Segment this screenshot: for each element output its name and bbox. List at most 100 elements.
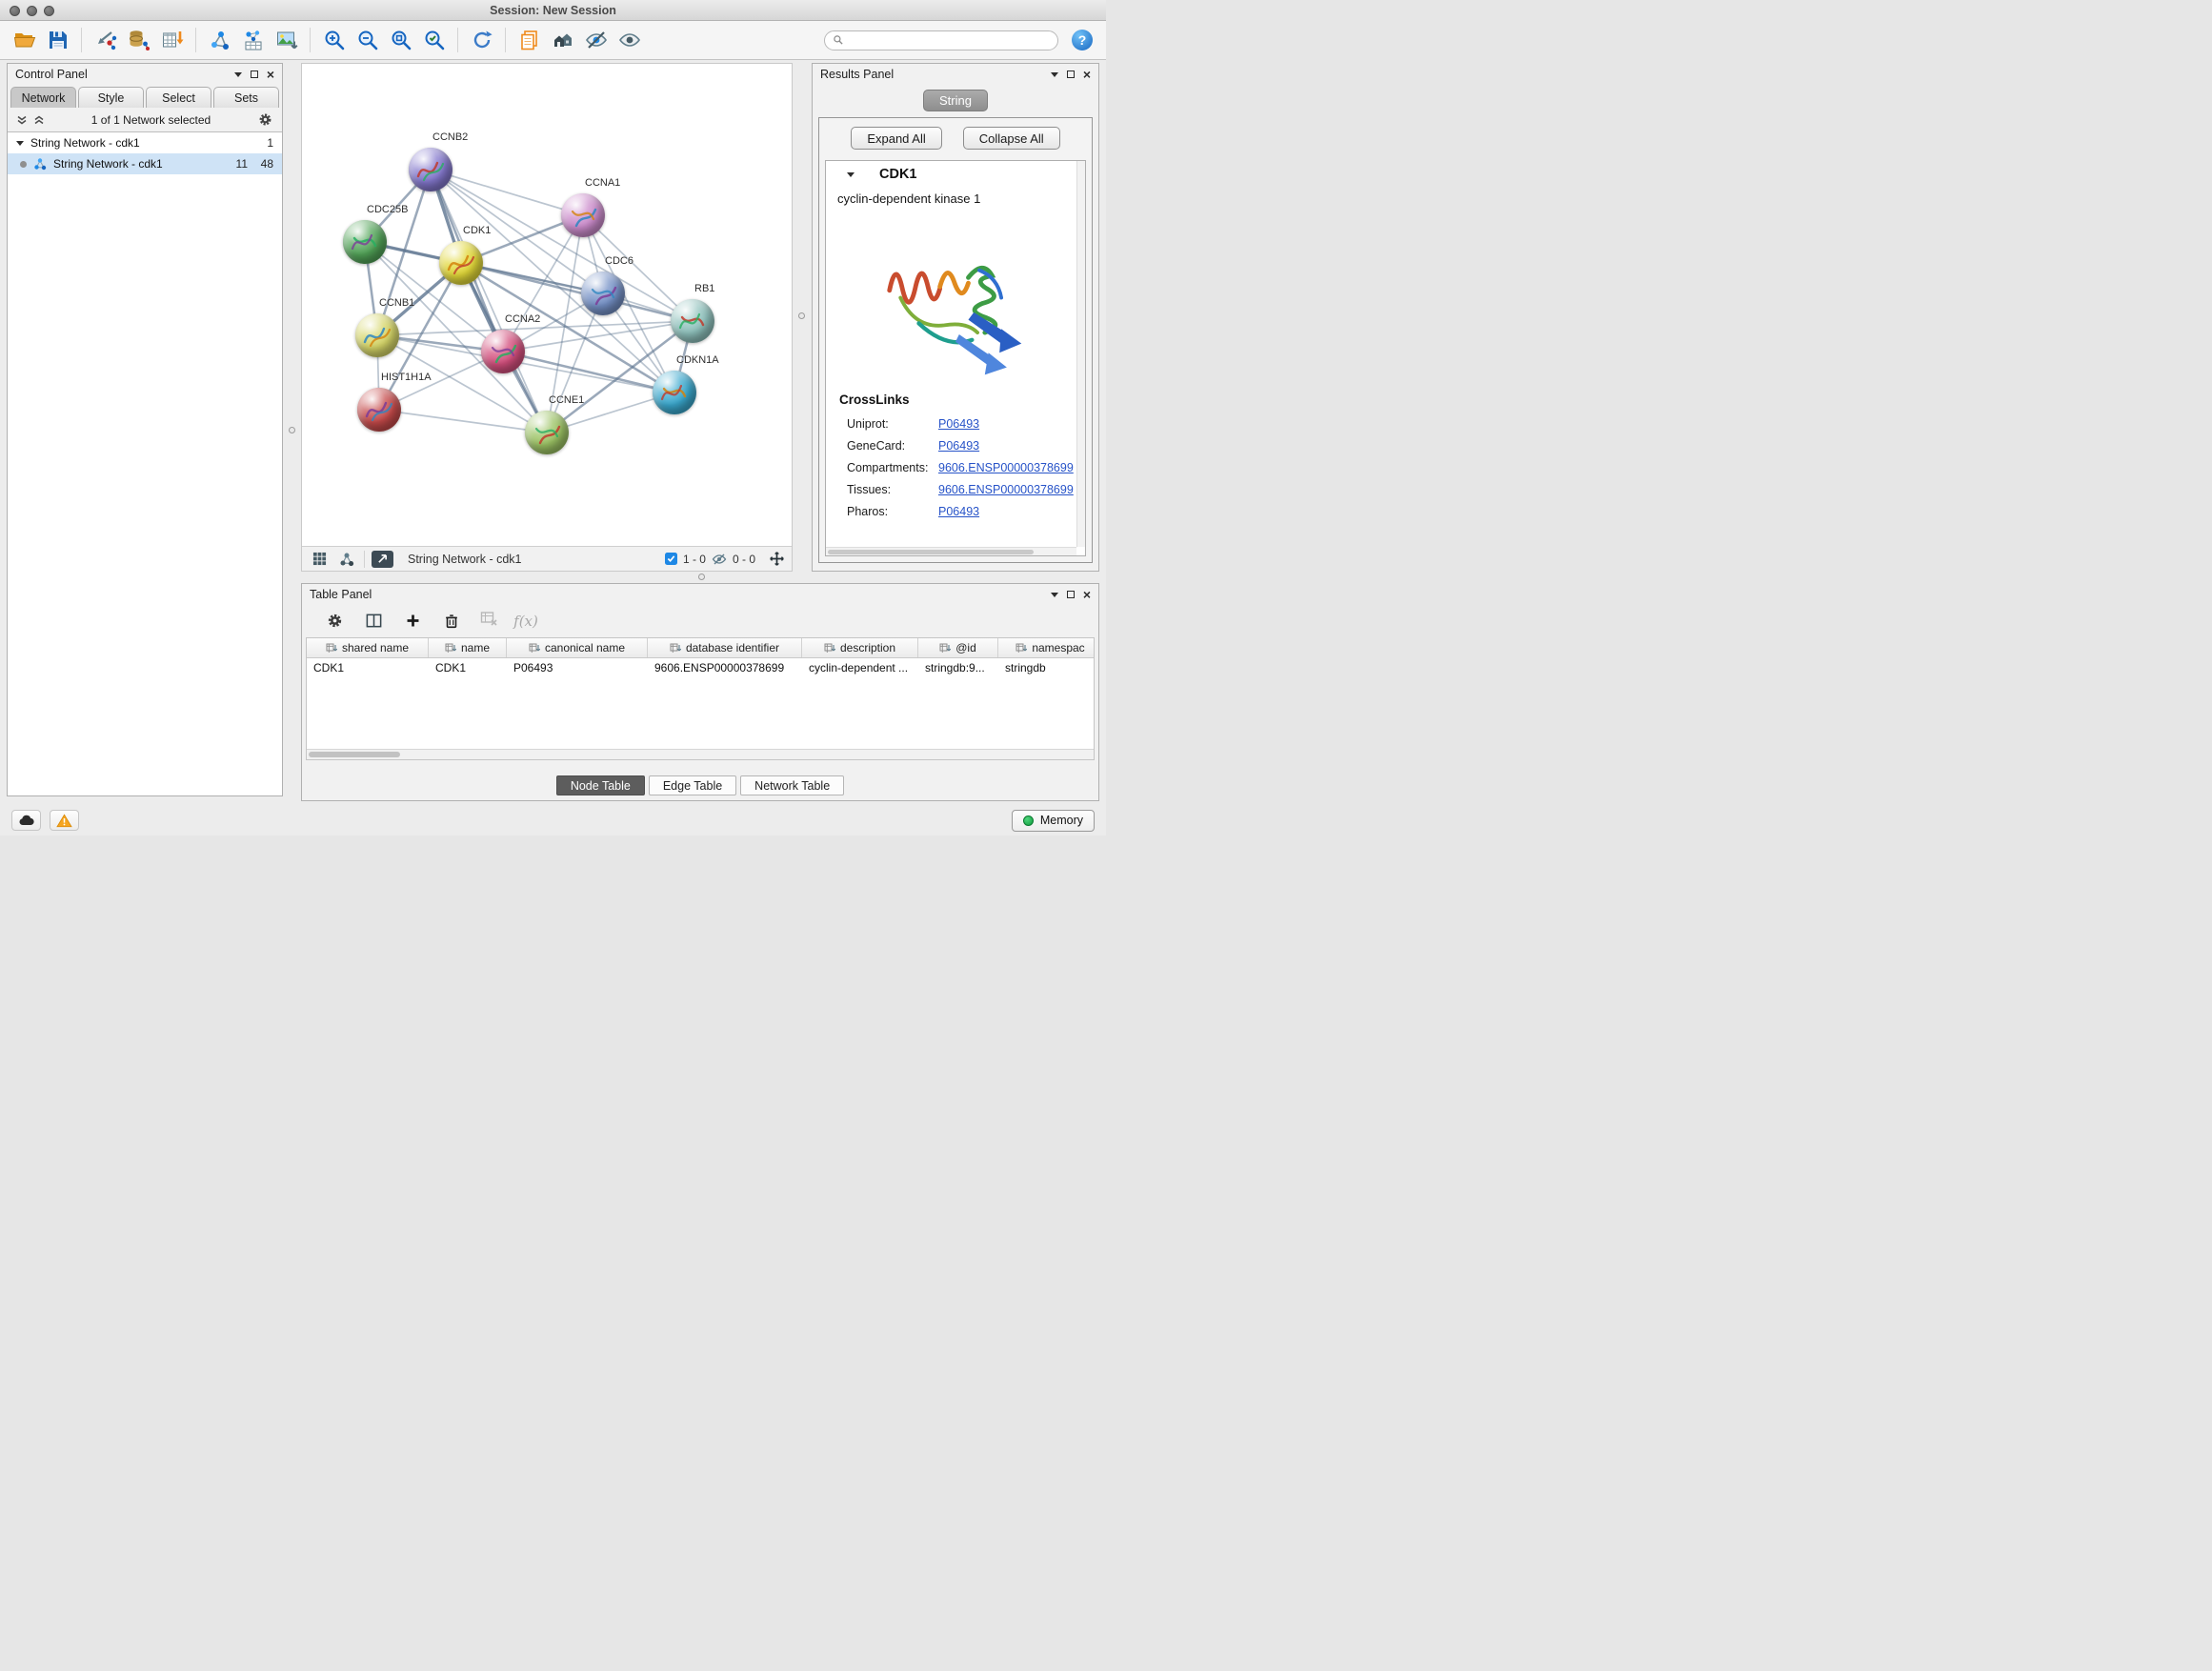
column-header-name[interactable]: name — [429, 638, 507, 657]
column-header-namespac[interactable]: namespac — [998, 638, 1095, 657]
zoom-in-button[interactable] — [319, 26, 349, 55]
network-node-cdk1[interactable] — [439, 241, 483, 285]
hide-selected-button[interactable] — [581, 26, 611, 55]
network-node-hist1h1a[interactable] — [357, 388, 401, 432]
network-node-ccnb1[interactable] — [355, 313, 399, 357]
tree-expander-icon[interactable] — [16, 141, 24, 146]
column-header-canonical-name[interactable]: canonical name — [507, 638, 648, 657]
tab-network-table[interactable]: Network Table — [740, 775, 844, 795]
table-horizontal-scrollbar[interactable] — [307, 749, 1094, 759]
selected-checkbox-icon[interactable] — [665, 553, 677, 565]
network-and-table-button[interactable] — [238, 26, 268, 55]
zoom-out-button[interactable] — [352, 26, 382, 55]
function-builder-button[interactable]: f(x) — [514, 610, 537, 633]
search-input[interactable] — [850, 33, 1050, 47]
network-edge[interactable] — [461, 263, 693, 321]
memory-button[interactable]: Memory — [1012, 810, 1095, 832]
scrollbar-thumb[interactable] — [309, 752, 400, 757]
network-node-ccna1[interactable] — [561, 193, 605, 237]
import-network-from-file-button[interactable] — [90, 26, 120, 55]
network-node-cdc6[interactable] — [581, 272, 625, 315]
crosslink-value-link[interactable]: P06493 — [938, 505, 979, 518]
panel-menu-icon[interactable] — [234, 72, 242, 77]
column-header-shared-name[interactable]: shared name — [307, 638, 429, 657]
splitter-handle[interactable] — [798, 312, 805, 319]
tab-style[interactable]: Style — [78, 87, 144, 108]
delete-column-button[interactable] — [440, 610, 463, 633]
table-cell[interactable]: P06493 — [507, 661, 648, 674]
tab-edge-table[interactable]: Edge Table — [649, 775, 736, 795]
network-edge[interactable] — [431, 170, 583, 215]
gear-icon[interactable] — [257, 111, 273, 128]
crosslink-value-link[interactable]: P06493 — [938, 439, 979, 453]
show-all-button[interactable] — [614, 26, 644, 55]
import-table-from-file-button[interactable] — [157, 26, 187, 55]
add-column-button[interactable] — [401, 610, 424, 633]
collapse-all-button[interactable]: Collapse All — [963, 127, 1060, 150]
birds-eye-button[interactable] — [336, 550, 357, 569]
panel-float-icon[interactable] — [1067, 70, 1075, 78]
network-edge[interactable] — [379, 410, 547, 433]
collapse-all-icon[interactable] — [16, 114, 28, 126]
scrollbar-thumb[interactable] — [828, 550, 1034, 554]
import-network-from-database-button[interactable] — [124, 26, 153, 55]
results-vertical-scrollbar[interactable] — [1076, 161, 1085, 547]
panel-close-icon[interactable]: × — [1083, 590, 1091, 599]
crosslink-value-link[interactable]: P06493 — [938, 417, 979, 431]
expand-all-button[interactable]: Expand All — [851, 127, 941, 150]
clone-network-button[interactable] — [205, 26, 234, 55]
tab-string[interactable]: String — [923, 90, 988, 111]
window-minimize-icon[interactable] — [27, 6, 37, 16]
table-cell[interactable]: CDK1 — [429, 661, 507, 674]
expand-all-icon[interactable] — [33, 114, 45, 126]
delete-table-button[interactable] — [479, 609, 498, 633]
pan-crosshair-icon[interactable] — [769, 551, 785, 567]
results-horizontal-scrollbar[interactable] — [826, 547, 1076, 555]
table-cell[interactable]: 9606.ENSP00000378699 — [648, 661, 802, 674]
splitter-handle[interactable] — [698, 574, 705, 580]
network-node-cdc25b[interactable] — [343, 220, 387, 264]
table-cell[interactable]: stringdb:9... — [918, 661, 998, 674]
network-edge[interactable] — [431, 170, 547, 433]
table-cell[interactable]: cyclin-dependent ... — [802, 661, 918, 674]
panel-menu-icon[interactable] — [1051, 72, 1058, 77]
network-collection-row[interactable]: String Network - cdk1 1 — [8, 132, 282, 153]
tab-node-table[interactable]: Node Table — [556, 775, 645, 795]
network-node-ccnb2[interactable] — [409, 148, 452, 191]
search-box[interactable] — [824, 30, 1058, 50]
save-session-button[interactable] — [43, 26, 72, 55]
panel-float-icon[interactable] — [1067, 591, 1075, 598]
tab-sets[interactable]: Sets — [213, 87, 279, 108]
network-canvas[interactable]: CCNB2CCNA1CDC25BCDK1CDC6RB1CCNB1CCNA2CDK… — [302, 64, 792, 546]
show-columns-button[interactable] — [362, 610, 385, 633]
table-cell[interactable]: CDK1 — [307, 661, 429, 674]
export-view-button[interactable] — [372, 551, 393, 568]
duplicate-network-button[interactable] — [514, 26, 544, 55]
column-header-description[interactable]: description — [802, 638, 918, 657]
network-row[interactable]: String Network - cdk1 11 48 — [8, 153, 282, 174]
panel-float-icon[interactable] — [251, 70, 258, 78]
network-node-ccne1[interactable] — [525, 411, 569, 454]
window-close-icon[interactable] — [10, 6, 20, 16]
column-header-id[interactable]: @id — [918, 638, 998, 657]
window-zoom-icon[interactable] — [44, 6, 54, 16]
column-header-database-identifier[interactable]: database identifier — [648, 638, 802, 657]
panel-close-icon[interactable]: × — [267, 70, 274, 79]
network-node-cdkn1a[interactable] — [653, 371, 696, 414]
cloud-button[interactable] — [11, 810, 41, 831]
network-node-ccna2[interactable] — [481, 330, 525, 373]
network-node-rb1[interactable] — [671, 299, 714, 343]
apply-layout-button[interactable] — [467, 26, 496, 55]
section-expander-icon[interactable] — [847, 172, 855, 177]
warnings-button[interactable] — [50, 810, 79, 831]
tab-select[interactable]: Select — [146, 87, 211, 108]
open-session-button[interactable] — [10, 26, 39, 55]
tab-network[interactable]: Network — [10, 87, 76, 108]
home-view-button[interactable] — [548, 26, 577, 55]
table-row[interactable]: CDK1CDK1P064939606.ENSP00000378699cyclin… — [307, 658, 1094, 677]
splitter-handle[interactable] — [289, 427, 295, 433]
table-cell[interactable]: stringdb — [998, 661, 1095, 674]
panel-menu-icon[interactable] — [1051, 593, 1058, 597]
zoom-fit-button[interactable] — [386, 26, 415, 55]
help-button[interactable]: ? — [1072, 30, 1093, 50]
